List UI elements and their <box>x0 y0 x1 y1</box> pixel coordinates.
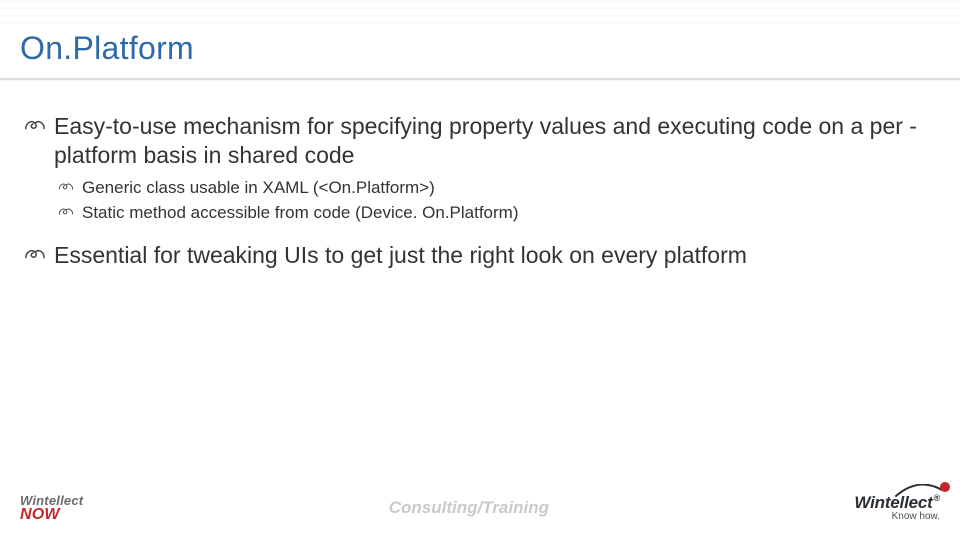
swirl-bullet-icon <box>58 177 74 193</box>
swirl-bullet-icon <box>58 202 74 218</box>
logo-left-line1: Wintellect <box>20 494 83 507</box>
swirl-bullet-icon <box>24 241 46 263</box>
footer-center-text: Consulting/Training <box>389 498 549 518</box>
title-underline <box>0 78 960 80</box>
logo-right-brand: Wintellect® <box>854 494 940 511</box>
bullet-level2: Generic class usable in XAML (<On.Platfo… <box>58 177 942 200</box>
bullet-level2: Static method accessible from code (Devi… <box>58 202 942 225</box>
bullet-text: Static method accessible from code (Devi… <box>82 202 942 225</box>
logo-right-tagline: Know how. <box>892 512 940 522</box>
bullet-level1: Essential for tweaking UIs to get just t… <box>24 241 942 270</box>
bullet-level1: Easy-to-use mechanism for specifying pro… <box>24 112 942 171</box>
logo-wintellect-now: Wintellect NOW <box>20 494 83 523</box>
bullet-text: Easy-to-use mechanism for specifying pro… <box>54 112 942 171</box>
bullet-text: Generic class usable in XAML (<On.Platfo… <box>82 177 942 200</box>
logo-left-line2: NOW <box>20 507 83 523</box>
logo-wintellect: Wintellect® Know how. <box>854 494 940 522</box>
swoosh-dot-icon <box>940 482 950 492</box>
sub-bullet-list: Generic class usable in XAML (<On.Platfo… <box>24 177 942 225</box>
slide-title: On.Platform <box>20 30 194 67</box>
footer: Wintellect NOW Consulting/Training Winte… <box>20 488 940 528</box>
content-area: Easy-to-use mechanism for specifying pro… <box>24 112 942 274</box>
top-stripe-decoration <box>0 0 960 28</box>
bullet-text: Essential for tweaking UIs to get just t… <box>54 241 942 270</box>
registered-mark: ® <box>934 493 940 503</box>
slide: On.Platform Easy-to-use mechanism for sp… <box>0 0 960 540</box>
logo-right-brand-text: Wintellect <box>854 493 932 512</box>
swirl-bullet-icon <box>24 112 46 134</box>
